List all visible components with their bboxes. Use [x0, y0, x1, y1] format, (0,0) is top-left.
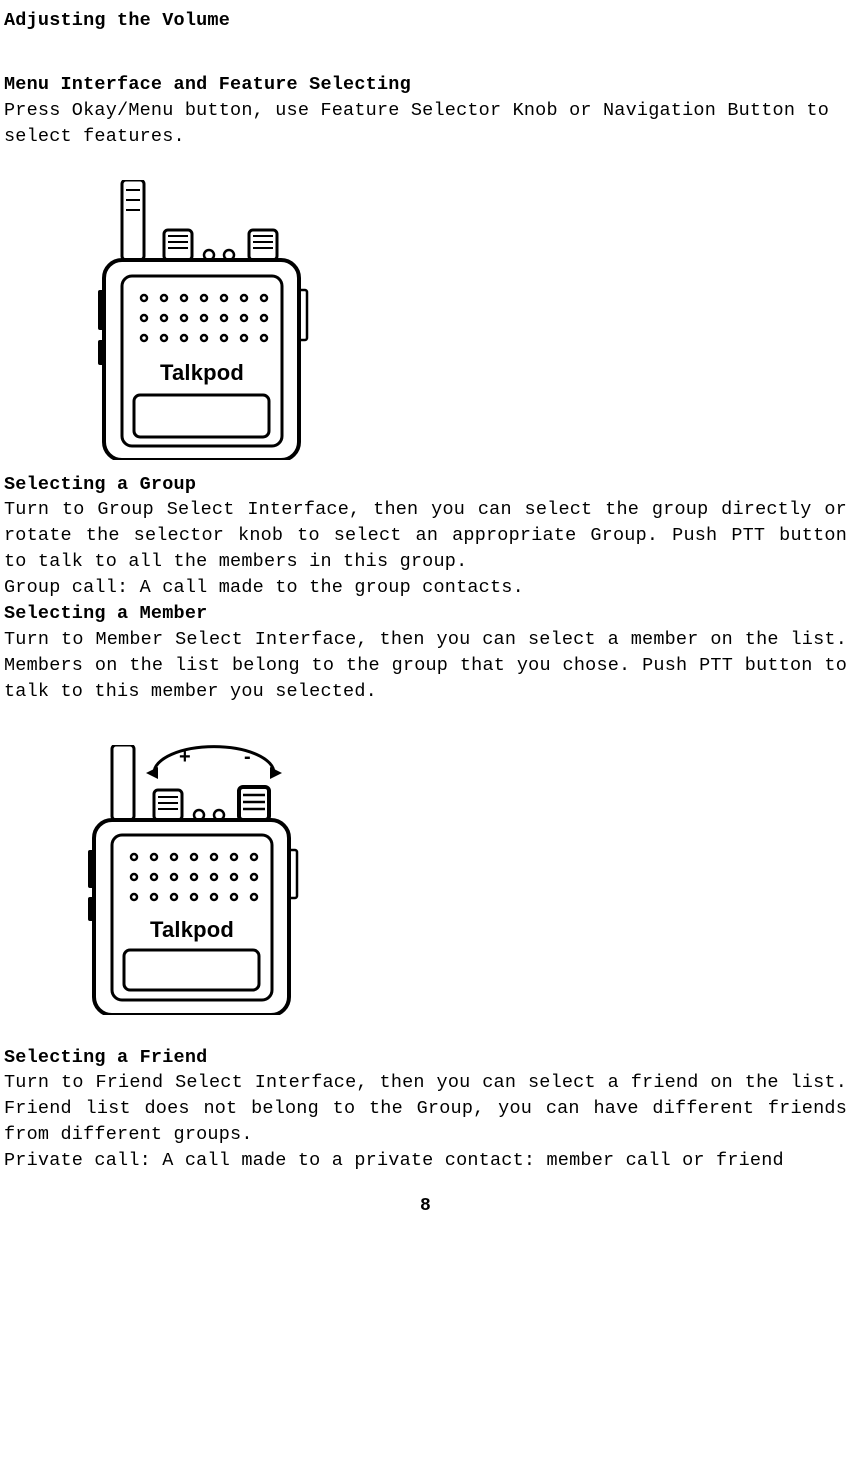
paragraph-menu-interface: Press Okay/Menu button, use Feature Sele…	[4, 98, 847, 150]
minus-label: -	[244, 746, 251, 768]
paragraph-selecting-group-1: Turn to Group Select Interface, then you…	[4, 497, 847, 575]
brand-label: Talkpod	[160, 360, 244, 385]
paragraph-selecting-group-2: Group call: A call made to the group con…	[4, 575, 847, 601]
brand-label-2: Talkpod	[150, 917, 234, 942]
heading-menu-interface: Menu Interface and Feature Selecting	[4, 72, 847, 98]
heading-selecting-friend: Selecting a Friend	[4, 1045, 847, 1071]
heading-adjusting-volume: Adjusting the Volume	[4, 8, 847, 34]
talkpod-radio-icon: Talkpod	[94, 180, 314, 460]
heading-selecting-member: Selecting a Member	[4, 601, 847, 627]
paragraph-selecting-friend-1: Turn to Friend Select Interface, then yo…	[4, 1070, 847, 1148]
talkpod-radio-volume-icon: + - Talkpod	[84, 745, 314, 1015]
heading-selecting-group: Selecting a Group	[4, 472, 847, 498]
radio-illustration-2: + - Talkpod	[84, 745, 847, 1015]
paragraph-selecting-friend-2: Private call: A call made to a private c…	[4, 1148, 847, 1174]
radio-illustration-1: Talkpod	[94, 180, 847, 460]
page-number: 8	[4, 1194, 847, 1219]
paragraph-selecting-member: Turn to Member Select Interface, then yo…	[4, 627, 847, 705]
plus-label: +	[179, 746, 191, 768]
